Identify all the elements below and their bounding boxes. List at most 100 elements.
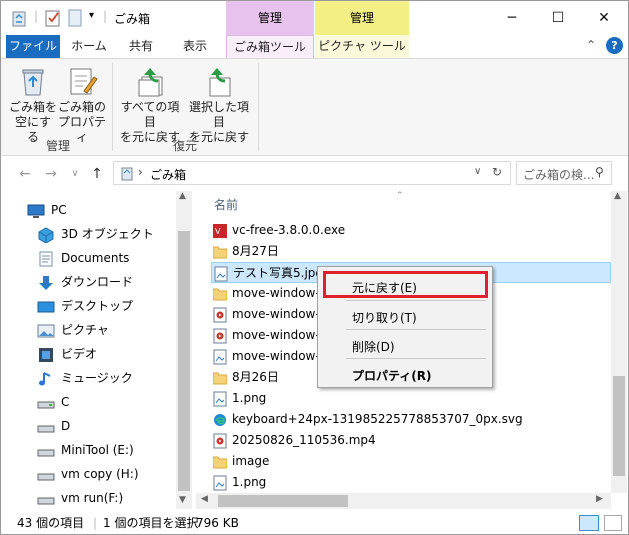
menu-item-cut[interactable]: 切り取り(T)	[352, 309, 417, 326]
nav-item-pictures[interactable]: ピクチャ	[37, 319, 109, 341]
nav-item-pc[interactable]: PC	[27, 199, 67, 221]
quick-access-dropdown-icon[interactable]: ▾	[89, 10, 94, 21]
pc-icon	[27, 203, 45, 219]
recent-locations-icon[interactable]: ∨	[65, 164, 85, 184]
maximize-button[interactable]: ☐	[535, 1, 581, 35]
nav-label: C	[61, 395, 70, 409]
file-name: move-window-w	[232, 349, 330, 363]
list-item[interactable]: keyboard+24px-131985225778853707_0px.svg	[211, 409, 611, 430]
horizontal-scrollbar[interactable]: ◀ ▶	[196, 493, 611, 509]
nav-item-drive-e[interactable]: MiniTool (E:)	[37, 439, 134, 461]
drive-icon	[37, 467, 55, 483]
search-icon[interactable]: ⚲	[595, 165, 604, 179]
file-list-scrollbar[interactable]: ▲	[611, 191, 627, 493]
video-file-icon	[213, 307, 227, 323]
search-box[interactable]: ごみ箱の検... ⚲	[516, 161, 612, 185]
file-name: 8月26日	[232, 370, 279, 384]
tab-recycle-bin-tools[interactable]: ごみ箱ツール	[226, 35, 314, 58]
list-item[interactable]: Vvc-free-3.8.0.0.exe	[211, 220, 611, 241]
file-name: テスト写真5.jpg	[233, 266, 324, 280]
nav-item-drive-h[interactable]: vm copy (H:)	[37, 463, 139, 485]
file-name: move-window-w	[232, 328, 330, 342]
back-arrow-icon[interactable]: ←	[15, 164, 35, 184]
details-view-icon[interactable]	[579, 515, 599, 531]
list-item[interactable]: 20250826_110536.mp4	[211, 430, 611, 451]
drive-icon	[37, 395, 55, 411]
breadcrumb-recycle-bin[interactable]: ごみ箱	[150, 166, 186, 183]
file-scroll-thumb[interactable]	[613, 376, 625, 476]
tab-picture-tools[interactable]: ピクチャ ツール	[315, 35, 409, 58]
group-label-restore: 復元	[173, 139, 198, 153]
list-item[interactable]: image	[211, 451, 611, 472]
refresh-icon[interactable]: ↻	[492, 165, 502, 179]
column-header-name[interactable]: 名前	[214, 196, 238, 213]
tab-share[interactable]: 共有	[117, 35, 165, 58]
file-name: move-window-w	[232, 286, 330, 300]
address-dropdown-icon[interactable]: ∨	[474, 166, 481, 177]
image-file-icon	[214, 266, 228, 282]
list-item[interactable]: 8月27日	[211, 241, 611, 262]
empty-recycle-bin-button[interactable]: ごみ箱を 空にする	[9, 65, 57, 145]
file-name: keyboard+24px-131985225778853707_0px.svg	[232, 412, 523, 426]
properties-quick-icon[interactable]	[45, 9, 61, 30]
nav-scroll-thumb[interactable]	[178, 231, 190, 491]
restore-all-items-button[interactable]: すべての項目 を元に戻す	[118, 65, 182, 145]
nav-pane-scrollbar[interactable]: ▲ ▼	[176, 191, 192, 509]
file-name: 1.png	[232, 391, 267, 405]
nav-item-drive-f[interactable]: vm run(F:)	[37, 487, 123, 509]
nav-item-downloads[interactable]: ダウンロード	[37, 271, 133, 293]
recycle-bin-properties-button[interactable]: ごみ箱の プロパティ	[57, 65, 107, 145]
exe-icon: V	[213, 223, 227, 239]
documents-icon	[37, 251, 55, 267]
minimize-button[interactable]: ─	[489, 1, 535, 35]
nav-label: ダウンロード	[61, 275, 134, 289]
separator: |	[103, 9, 108, 23]
file-name: 20250826_110536.mp4	[232, 433, 376, 447]
video-file-icon	[213, 328, 227, 344]
window-title: ごみ箱	[114, 12, 151, 26]
collapse-ribbon-icon[interactable]: ⌃	[586, 38, 596, 52]
tab-home[interactable]: ホーム	[63, 35, 115, 58]
explorer-window: | ▾ | ごみ箱 管理 管理 ─ ☐ ✕ ファイル ホーム 共有 表示 ごみ箱…	[0, 0, 629, 535]
image-file-icon	[213, 349, 227, 365]
nav-item-drive-d[interactable]: D	[37, 415, 70, 437]
pictures-icon	[37, 323, 55, 339]
address-bar[interactable]: › ごみ箱 ∨ ↻	[113, 161, 511, 185]
horizontal-scroll-thumb[interactable]	[218, 495, 348, 507]
nav-item-videos[interactable]: ビデオ	[37, 343, 97, 365]
tab-view[interactable]: 表示	[169, 35, 221, 58]
up-arrow-icon[interactable]: ↑	[87, 164, 107, 184]
forward-arrow-icon[interactable]: →	[41, 164, 61, 184]
nav-item-documents[interactable]: Documents	[37, 247, 129, 269]
scroll-left-icon[interactable]: ◀	[201, 494, 208, 504]
status-item-count: 43 個の項目	[17, 516, 85, 530]
scroll-right-icon[interactable]: ▶	[596, 494, 603, 504]
separator: |	[34, 9, 39, 23]
list-item[interactable]: 1.png	[211, 388, 611, 409]
file-name: image	[232, 454, 270, 468]
search-input[interactable]: ごみ箱の検...	[523, 166, 594, 183]
scroll-up-icon[interactable]: ▲	[614, 191, 621, 201]
group-separator	[258, 63, 259, 151]
close-button[interactable]: ✕	[581, 1, 627, 35]
restore-selected-items-button[interactable]: 選択した項目 を元に戻す	[186, 65, 252, 145]
tab-file[interactable]: ファイル	[6, 35, 60, 58]
nav-item-drive-c[interactable]: C	[37, 391, 69, 413]
nav-item-music[interactable]: ミュージック	[37, 367, 133, 389]
status-bar: 43 個の項目 | 1 個の項目を選択 796 KB	[1, 511, 628, 534]
scroll-up-icon[interactable]: ▲	[179, 191, 186, 201]
file-name: 8月27日	[232, 244, 279, 258]
image-file-icon	[213, 475, 227, 491]
nav-item-desktop[interactable]: デスクトップ	[37, 295, 133, 317]
list-item[interactable]: 1.png	[211, 472, 611, 491]
new-folder-quick-icon[interactable]	[68, 9, 82, 30]
help-icon[interactable]: ?	[606, 37, 623, 54]
menu-item-delete[interactable]: 削除(D)	[352, 338, 395, 355]
restore-highlight-box	[323, 271, 488, 298]
scroll-down-icon[interactable]: ▼	[179, 495, 186, 505]
nav-label: ミュージック	[61, 371, 133, 385]
ribbon-tabs: ファイル ホーム 共有 表示 ごみ箱ツール ピクチャ ツール ⌃ ?	[1, 35, 628, 58]
menu-item-properties[interactable]: プロパティ(R)	[352, 367, 432, 384]
large-icons-view-icon[interactable]	[604, 515, 622, 531]
nav-item-3d-objects[interactable]: 3D オブジェクト	[37, 223, 154, 245]
